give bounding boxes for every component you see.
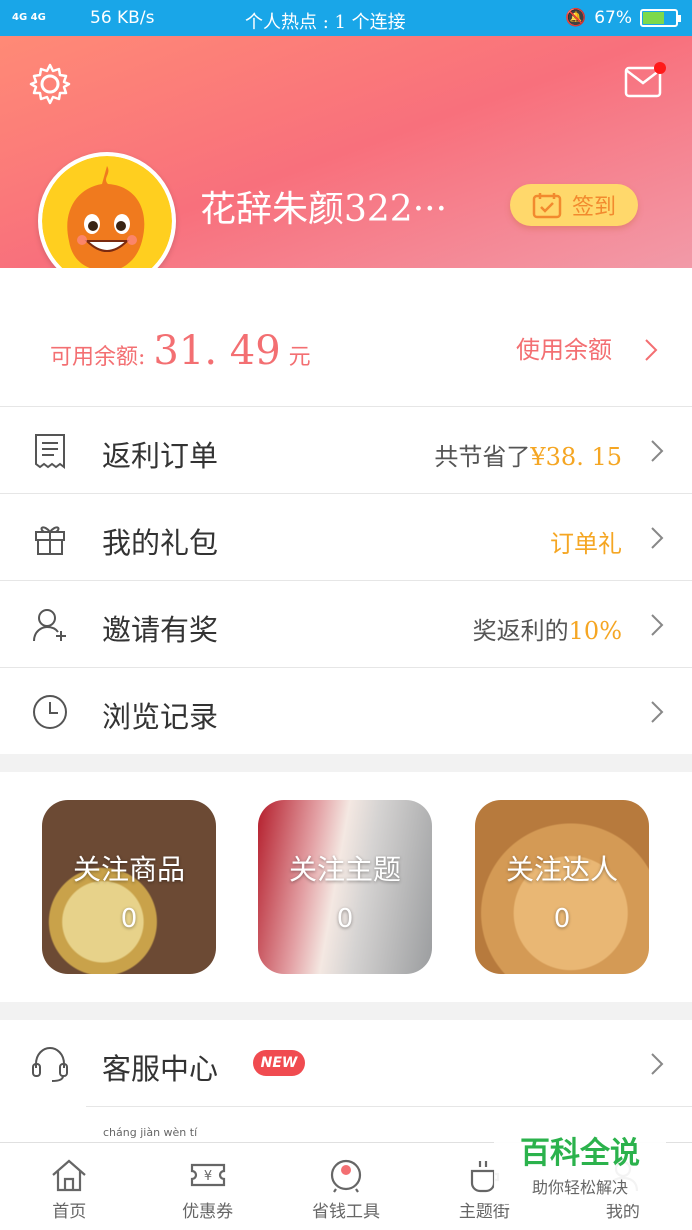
chevron-right-icon: [651, 440, 664, 462]
service-section: 客服中心 NEW cháng jiàn wèn tí: [0, 1020, 692, 1144]
menu-item-label: 浏览记录: [102, 700, 219, 734]
chevron-right-icon: [651, 701, 664, 723]
mute-icon: 🔕: [565, 8, 587, 28]
chevron-right-icon: [651, 527, 664, 549]
battery-icon: [640, 9, 681, 27]
balance-amount: 31. 49: [153, 328, 281, 374]
card-title: 关注达人: [505, 853, 618, 886]
menu-item-rebate-orders[interactable]: 返利订单 共节省了¥38. 15: [0, 406, 692, 493]
home-icon: [52, 1159, 86, 1192]
menu-item-customer-service[interactable]: 客服中心 NEW: [0, 1020, 692, 1107]
tab-label: 优惠券: [182, 1202, 234, 1222]
tab-coupons[interactable]: ¥ 优惠券: [138, 1143, 276, 1230]
available-balance: 可用余额: 31. 49 元: [50, 328, 311, 374]
chevron-right-icon: [651, 614, 664, 636]
menu-item-label: 客服中心: [102, 1052, 219, 1086]
tab-label: 首页: [52, 1202, 87, 1222]
tab-label: 省钱工具: [312, 1202, 381, 1222]
card-title: 关注商品: [72, 853, 185, 886]
add-user-icon: [33, 609, 66, 642]
signin-button[interactable]: 签到: [510, 184, 638, 226]
gift-icon: [35, 526, 65, 555]
signin-label: 签到: [571, 195, 616, 220]
settings-gear-icon[interactable]: [28, 62, 72, 106]
status-bar: 4G 4G 56 KB/s 个人热点 : 1 个连接 🔕 67%: [0, 0, 692, 36]
balance-unit: 元: [288, 345, 311, 370]
watermark-title: 百科全说: [520, 1136, 640, 1171]
menu-item-browse-history[interactable]: 浏览记录: [0, 667, 692, 754]
calendar-check-icon: [532, 193, 562, 219]
invite-reward-text: 奖返利的10%: [472, 617, 622, 645]
menu-item-label: 返利订单: [102, 439, 219, 473]
battery-percent: 67%: [594, 8, 632, 28]
balance-section: 可用余额: 31. 49 元 使用余额: [0, 268, 692, 406]
card-title: 关注主题: [288, 853, 401, 886]
follow-experts-card[interactable]: 关注达人 0: [475, 800, 649, 974]
coupon-icon: ¥: [190, 1163, 225, 1187]
follow-section: 关注商品 0 关注主题 0 关注达人 0: [0, 772, 692, 1002]
menu-item-label: 我的礼包: [102, 526, 219, 560]
watermark: 百科全说 助你轻松解决: [494, 1134, 666, 1204]
menu-item-my-gifts[interactable]: 我的礼包 订单礼: [0, 493, 692, 580]
message-icon[interactable]: [624, 62, 666, 98]
menu-item-label: 邀请有奖: [102, 613, 219, 647]
chevron-right-icon: [651, 1053, 664, 1075]
balance-label: 可用余额:: [50, 345, 146, 370]
watermark-subtitle: 助你轻松解决: [531, 1178, 628, 1197]
clock-icon: [33, 695, 67, 729]
new-badge: NEW: [253, 1050, 305, 1076]
unread-dot: [654, 62, 666, 74]
order-gift-text: 订单礼: [550, 530, 622, 558]
card-count: 0: [336, 904, 354, 934]
faq-pinyin: cháng jiàn wèn tí: [103, 1126, 198, 1139]
card-count: 0: [120, 904, 138, 934]
follow-topics-card[interactable]: 关注主题 0: [258, 800, 432, 974]
savings-text: 共节省了¥38. 15: [434, 443, 622, 471]
receipt-icon: [35, 434, 65, 469]
hotspot-status: 个人热点 : 1 个连接: [245, 12, 406, 33]
menu-item-invite-reward[interactable]: 邀请有奖 奖返利的10%: [0, 580, 692, 667]
piggy-icon: [330, 1159, 362, 1193]
follow-products-card[interactable]: 关注商品 0: [42, 800, 216, 974]
network-indicator: 4G 4G: [12, 12, 46, 23]
svg-text:¥: ¥: [203, 1169, 211, 1184]
headset-icon: [32, 1046, 68, 1082]
tab-home[interactable]: 首页: [0, 1143, 138, 1230]
card-count: 0: [553, 904, 571, 934]
use-balance-link[interactable]: 使用余额: [516, 330, 612, 365]
menu-list: 返利订单 共节省了¥38. 15 我的礼包 订单礼 邀请有奖 奖返利的10% 浏…: [0, 406, 692, 754]
username: 花辞朱颜322···: [200, 180, 447, 232]
network-speed: 56 KB/s: [90, 8, 155, 28]
chevron-right-icon[interactable]: [644, 338, 658, 362]
username-text: 花辞朱颜322···: [200, 189, 448, 230]
tab-saving-tools[interactable]: 省钱工具: [277, 1143, 415, 1230]
